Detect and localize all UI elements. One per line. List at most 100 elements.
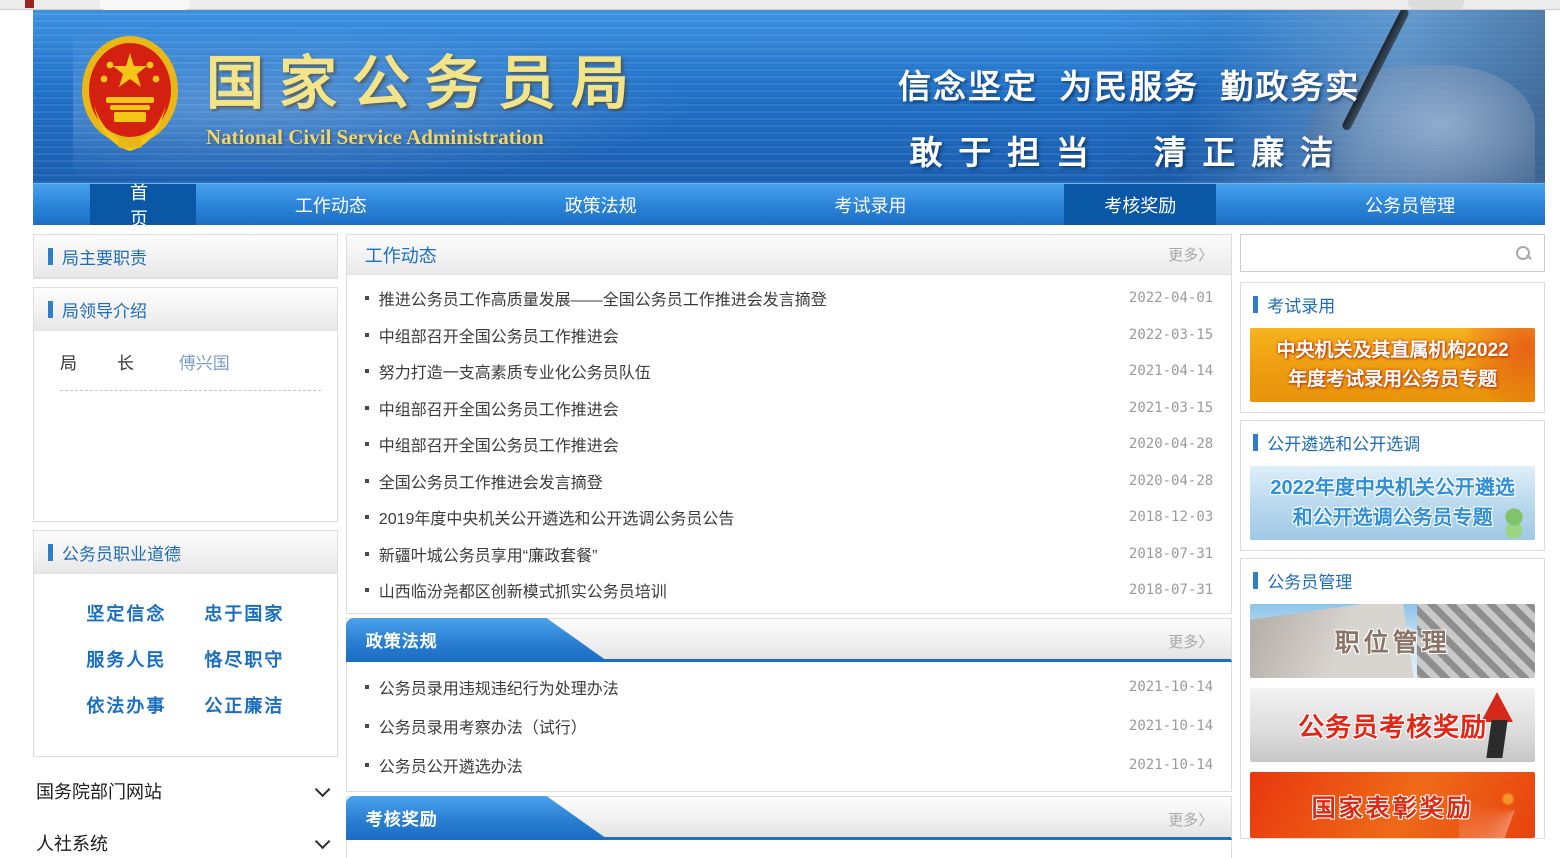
right-box-header: 公务员管理	[1241, 559, 1544, 602]
news-list: 公务员考核奖励工作综述	[346, 840, 1232, 858]
news-title-link[interactable]: 山西临汾尧都区创新模式抓实公务员培训	[379, 578, 1117, 602]
news-item: 推进公务员工作高质量发展——全国公务员工作推进会发言摘登 2022-04-01	[347, 280, 1231, 317]
right-box-open-selection: 公开遴选和公开选调 2022年度中央机关公开遴选 和公开选调公务员专题	[1240, 420, 1545, 551]
site-subtitle: National Civil Service Administration	[206, 125, 644, 150]
banner-national-commendation[interactable]: 国家表彰奖励	[1250, 772, 1535, 838]
search-icon[interactable]	[1515, 245, 1532, 262]
right-box-title: 考试录用	[1267, 292, 1335, 317]
section-title: 工作动态	[365, 242, 437, 268]
banner-assessment-rewards[interactable]: 公务员考核奖励	[1250, 688, 1535, 762]
nav-item-home[interactable]: 首页	[90, 184, 196, 225]
right-box-civil-servant-management: 公务员管理 职位管理 公务员考核奖励 国家表彰奖励	[1240, 558, 1545, 839]
dropdown-label: 人社系统	[36, 830, 108, 856]
news-item: 新疆叶城公务员享用“廉政套餐” 2018-07-31	[347, 536, 1231, 573]
news-title-link[interactable]: 新疆叶城公务员享用“廉政套餐”	[379, 542, 1117, 566]
nav-item-assessment-rewards[interactable]: 考核奖励	[1005, 184, 1275, 225]
browser-control-hint	[1408, 0, 1464, 9]
more-link[interactable]: 更多〉	[1168, 809, 1213, 830]
news-item: 努力打造一支高素质专业化公务员队伍 2021-04-14	[347, 353, 1231, 390]
news-item: 中组部召开全国公务员工作推进会 2020-04-28	[347, 426, 1231, 463]
news-date: 2018-07-31	[1129, 546, 1213, 562]
more-link[interactable]: 更多〉	[1168, 244, 1213, 265]
news-title-link[interactable]: 公务员考核奖励工作综述	[379, 853, 1201, 858]
banner-exam-recruitment-2022[interactable]: 中央机关及其直属机构2022 年度考试录用公务员专题	[1250, 328, 1535, 402]
news-title-link[interactable]: 全国公务员工作推进会发言摘登	[379, 469, 1117, 493]
sidebar-dropdown-hr-system[interactable]: 人社系统	[33, 825, 338, 858]
bullet-icon	[365, 685, 369, 689]
news-item: 公务员录用违规违纪行为处理办法 2021-10-14	[347, 668, 1231, 707]
banner-text-line: 公务员考核奖励	[1298, 707, 1487, 744]
nav-item-exam-recruitment[interactable]: 考试录用	[736, 184, 1006, 225]
section-assessment-rewards: 考核奖励 更多〉 公务员考核奖励工作综述	[346, 796, 1232, 858]
section-title: 政策法规	[366, 627, 438, 652]
bullet-icon	[365, 369, 369, 373]
banner-open-selection-2022[interactable]: 2022年度中央机关公开遴选 和公开选调公务员专题	[1250, 466, 1535, 540]
banner-text-line: 中央机关及其直属机构2022	[1276, 336, 1508, 365]
bullet-icon	[365, 442, 369, 446]
main-column: 工作动态 更多〉 推进公务员工作高质量发展——全国公务员工作推进会发言摘登 20…	[346, 234, 1232, 858]
banner-decoration	[1497, 508, 1531, 538]
sidebar-box-title: 局主要职责	[62, 244, 147, 269]
section-work-news: 工作动态 更多〉 推进公务员工作高质量发展——全国公务员工作推进会发言摘登 20…	[346, 234, 1232, 614]
news-date: 2020-04-28	[1129, 473, 1213, 489]
blue-bar-icon	[1253, 296, 1258, 313]
chevron-down-icon	[315, 833, 331, 849]
ethics-word: 公正廉洁	[204, 692, 284, 718]
banner-text-line: 和公开选调公务员专题	[1293, 503, 1493, 533]
news-item: 公务员公开遴选办法 2021-10-14	[347, 746, 1231, 785]
dashed-divider	[60, 390, 321, 391]
blue-bar-icon	[48, 248, 53, 265]
left-sidebar: 局主要职责 局领导介绍 局 长 傅兴国	[33, 234, 338, 858]
site-title: 国家公务员局	[206, 55, 644, 113]
news-date: 2021-10-14	[1129, 679, 1213, 695]
nav-item-policies[interactable]: 政策法规	[466, 184, 736, 225]
section-policies: 政策法规 更多〉 公务员录用违规违纪行为处理办法 2021-10-14 公务员录…	[346, 618, 1232, 792]
news-title-link[interactable]: 公务员录用考察办法（试行）	[379, 714, 1117, 738]
more-link[interactable]: 更多〉	[1168, 631, 1213, 652]
ethics-row: 依法办事 公正廉洁	[34, 692, 337, 718]
slogan: 信念坚定 为民服务 勤政务实 敢于担当 清正廉洁	[898, 60, 1360, 174]
news-title-link[interactable]: 中组部召开全国公务员工作推进会	[379, 432, 1117, 456]
browser-chrome-strip	[0, 0, 1560, 10]
section-header-tab: 考核奖励 更多〉	[346, 796, 1232, 840]
bullet-icon	[365, 588, 369, 592]
news-title-link[interactable]: 2019年度中央机关公开遴选和公开选调公务员公告	[379, 505, 1117, 529]
nav-item-work-news[interactable]: 工作动态	[196, 184, 466, 225]
bullet-icon	[365, 479, 369, 483]
section-tab: 政策法规	[346, 618, 608, 662]
search-box	[1240, 234, 1545, 272]
blue-bar-icon	[48, 544, 53, 561]
sidebar-dropdown-state-council-sites[interactable]: 国务院部门网站	[33, 773, 338, 809]
right-sidebar: 考试录用 中央机关及其直属机构2022 年度考试录用公务员专题 公开遴选和公开选…	[1240, 234, 1545, 858]
news-title-link[interactable]: 公务员录用违规违纪行为处理办法	[379, 675, 1117, 699]
news-list: 公务员录用违规违纪行为处理办法 2021-10-14 公务员录用考察办法（试行）…	[346, 662, 1232, 792]
section-header: 工作动态 更多〉	[347, 235, 1231, 275]
leader-row: 局 长 傅兴国	[60, 349, 321, 374]
nav-item-civil-servant-management[interactable]: 公务员管理	[1275, 184, 1545, 225]
nav-item-label: 公务员管理	[1325, 184, 1495, 225]
leader-name-link[interactable]: 傅兴国	[179, 354, 230, 373]
news-title-link[interactable]: 努力打造一支高素质专业化公务员队伍	[379, 359, 1117, 383]
chevron-down-icon	[315, 781, 331, 797]
recording-indicator-icon	[25, 0, 34, 8]
news-item: 公务员录用考察办法（试行） 2021-10-14	[347, 707, 1231, 746]
site-title-block: 国家公务员局 National Civil Service Administra…	[206, 35, 644, 150]
search-input[interactable]	[1241, 235, 1515, 271]
news-date: 2021-04-14	[1129, 363, 1213, 379]
news-title-link[interactable]: 中组部召开全国公务员工作推进会	[379, 396, 1117, 420]
news-title-link[interactable]: 公务员公开遴选办法	[379, 753, 1117, 777]
sidebar-box-title: 公务员职业道德	[62, 540, 181, 565]
news-item: 山西临汾尧都区创新模式抓实公务员培训 2018-07-31	[347, 572, 1231, 609]
nav-item-label: 考核奖励	[1064, 184, 1216, 225]
site-logo[interactable]: 国家公务员局 National Civil Service Administra…	[80, 35, 644, 155]
banner-position-management[interactable]: 职位管理	[1250, 604, 1535, 678]
nav-item-label: 首页	[90, 184, 196, 225]
banner-arrow-stem-art	[1486, 720, 1507, 758]
sidebar-box-duties[interactable]: 局主要职责	[33, 234, 338, 279]
news-item: 公务员考核奖励工作综述	[347, 846, 1231, 858]
page-wrapper: 国家公务员局 National Civil Service Administra…	[33, 10, 1545, 858]
news-title-link[interactable]: 推进公务员工作高质量发展——全国公务员工作推进会发言摘登	[379, 286, 1117, 310]
sidebar-box-header: 局主要职责	[34, 235, 337, 278]
blue-bar-icon	[1253, 572, 1258, 589]
news-title-link[interactable]: 中组部召开全国公务员工作推进会	[379, 323, 1117, 347]
